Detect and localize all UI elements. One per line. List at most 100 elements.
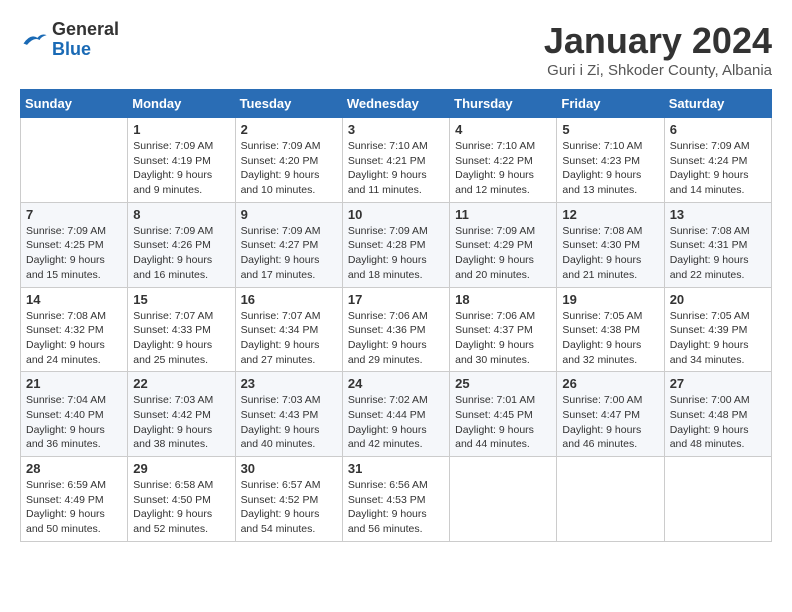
daylight-text: Daylight: 9 hours and 22 minutes. [670, 254, 749, 281]
weekday-header: Monday [128, 90, 235, 118]
day-number: 18 [455, 292, 551, 307]
day-number: 1 [133, 122, 229, 137]
sunset-text: Sunset: 4:27 PM [241, 239, 319, 251]
day-number: 8 [133, 207, 229, 222]
calendar-cell [21, 118, 128, 203]
sunset-text: Sunset: 4:28 PM [348, 239, 426, 251]
sunrise-text: Sunrise: 6:59 AM [26, 479, 106, 491]
sunrise-text: Sunrise: 7:05 AM [562, 310, 642, 322]
sunrise-text: Sunrise: 7:09 AM [133, 140, 213, 152]
weekday-header: Friday [557, 90, 664, 118]
day-info: Sunrise: 7:09 AM Sunset: 4:29 PM Dayligh… [455, 224, 551, 283]
day-number: 7 [26, 207, 122, 222]
daylight-text: Daylight: 9 hours and 13 minutes. [562, 169, 641, 196]
day-number: 2 [241, 122, 337, 137]
calendar-cell: 26 Sunrise: 7:00 AM Sunset: 4:47 PM Dayl… [557, 372, 664, 457]
daylight-text: Daylight: 9 hours and 52 minutes. [133, 508, 212, 535]
day-number: 24 [348, 376, 444, 391]
day-info: Sunrise: 7:09 AM Sunset: 4:28 PM Dayligh… [348, 224, 444, 283]
day-number: 10 [348, 207, 444, 222]
sunrise-text: Sunrise: 7:03 AM [241, 394, 321, 406]
day-info: Sunrise: 7:09 AM Sunset: 4:20 PM Dayligh… [241, 139, 337, 198]
sunset-text: Sunset: 4:40 PM [26, 409, 104, 421]
daylight-text: Daylight: 9 hours and 50 minutes. [26, 508, 105, 535]
sunrise-text: Sunrise: 7:06 AM [455, 310, 535, 322]
daylight-text: Daylight: 9 hours and 30 minutes. [455, 339, 534, 366]
calendar-cell: 9 Sunrise: 7:09 AM Sunset: 4:27 PM Dayli… [235, 202, 342, 287]
daylight-text: Daylight: 9 hours and 15 minutes. [26, 254, 105, 281]
calendar-cell: 18 Sunrise: 7:06 AM Sunset: 4:37 PM Dayl… [450, 287, 557, 372]
day-number: 30 [241, 461, 337, 476]
sunrise-text: Sunrise: 7:05 AM [670, 310, 750, 322]
daylight-text: Daylight: 9 hours and 11 minutes. [348, 169, 427, 196]
day-number: 23 [241, 376, 337, 391]
daylight-text: Daylight: 9 hours and 56 minutes. [348, 508, 427, 535]
calendar-cell: 8 Sunrise: 7:09 AM Sunset: 4:26 PM Dayli… [128, 202, 235, 287]
daylight-text: Daylight: 9 hours and 38 minutes. [133, 424, 212, 451]
calendar-cell: 10 Sunrise: 7:09 AM Sunset: 4:28 PM Dayl… [342, 202, 449, 287]
sunrise-text: Sunrise: 7:06 AM [348, 310, 428, 322]
daylight-text: Daylight: 9 hours and 40 minutes. [241, 424, 320, 451]
calendar-cell: 5 Sunrise: 7:10 AM Sunset: 4:23 PM Dayli… [557, 118, 664, 203]
day-info: Sunrise: 7:10 AM Sunset: 4:23 PM Dayligh… [562, 139, 658, 198]
sunset-text: Sunset: 4:26 PM [133, 239, 211, 251]
calendar-cell: 20 Sunrise: 7:05 AM Sunset: 4:39 PM Dayl… [664, 287, 771, 372]
day-number: 5 [562, 122, 658, 137]
calendar-cell: 28 Sunrise: 6:59 AM Sunset: 4:49 PM Dayl… [21, 457, 128, 542]
sunset-text: Sunset: 4:29 PM [455, 239, 533, 251]
weekday-header: Wednesday [342, 90, 449, 118]
calendar-cell: 19 Sunrise: 7:05 AM Sunset: 4:38 PM Dayl… [557, 287, 664, 372]
daylight-text: Daylight: 9 hours and 10 minutes. [241, 169, 320, 196]
sunset-text: Sunset: 4:32 PM [26, 324, 104, 336]
sunrise-text: Sunrise: 7:07 AM [241, 310, 321, 322]
sunrise-text: Sunrise: 7:10 AM [562, 140, 642, 152]
sunrise-text: Sunrise: 7:09 AM [455, 225, 535, 237]
day-info: Sunrise: 7:08 AM Sunset: 4:32 PM Dayligh… [26, 309, 122, 368]
weekday-header: Saturday [664, 90, 771, 118]
calendar-cell: 29 Sunrise: 6:58 AM Sunset: 4:50 PM Dayl… [128, 457, 235, 542]
sunset-text: Sunset: 4:31 PM [670, 239, 748, 251]
day-info: Sunrise: 7:05 AM Sunset: 4:38 PM Dayligh… [562, 309, 658, 368]
sunrise-text: Sunrise: 7:03 AM [133, 394, 213, 406]
sunrise-text: Sunrise: 7:04 AM [26, 394, 106, 406]
calendar-cell: 1 Sunrise: 7:09 AM Sunset: 4:19 PM Dayli… [128, 118, 235, 203]
calendar-cell: 22 Sunrise: 7:03 AM Sunset: 4:42 PM Dayl… [128, 372, 235, 457]
daylight-text: Daylight: 9 hours and 14 minutes. [670, 169, 749, 196]
calendar-cell [664, 457, 771, 542]
calendar-cell: 3 Sunrise: 7:10 AM Sunset: 4:21 PM Dayli… [342, 118, 449, 203]
sunset-text: Sunset: 4:48 PM [670, 409, 748, 421]
calendar-cell: 16 Sunrise: 7:07 AM Sunset: 4:34 PM Dayl… [235, 287, 342, 372]
day-info: Sunrise: 7:02 AM Sunset: 4:44 PM Dayligh… [348, 393, 444, 452]
day-number: 25 [455, 376, 551, 391]
daylight-text: Daylight: 9 hours and 21 minutes. [562, 254, 641, 281]
logo: General Blue [20, 20, 119, 60]
sunrise-text: Sunrise: 7:00 AM [670, 394, 750, 406]
sunset-text: Sunset: 4:19 PM [133, 155, 211, 167]
page-header: General Blue January 2024 Guri i Zi, Shk… [20, 20, 772, 79]
day-info: Sunrise: 7:09 AM Sunset: 4:27 PM Dayligh… [241, 224, 337, 283]
daylight-text: Daylight: 9 hours and 54 minutes. [241, 508, 320, 535]
calendar-cell: 6 Sunrise: 7:09 AM Sunset: 4:24 PM Dayli… [664, 118, 771, 203]
daylight-text: Daylight: 9 hours and 25 minutes. [133, 339, 212, 366]
sunset-text: Sunset: 4:34 PM [241, 324, 319, 336]
month-title: January 2024 [544, 20, 772, 62]
location-text: Guri i Zi, Shkoder County, Albania [544, 62, 772, 79]
calendar-cell: 24 Sunrise: 7:02 AM Sunset: 4:44 PM Dayl… [342, 372, 449, 457]
day-info: Sunrise: 7:00 AM Sunset: 4:47 PM Dayligh… [562, 393, 658, 452]
day-number: 3 [348, 122, 444, 137]
day-number: 29 [133, 461, 229, 476]
calendar-cell: 14 Sunrise: 7:08 AM Sunset: 4:32 PM Dayl… [21, 287, 128, 372]
sunrise-text: Sunrise: 7:07 AM [133, 310, 213, 322]
day-number: 31 [348, 461, 444, 476]
day-info: Sunrise: 7:09 AM Sunset: 4:26 PM Dayligh… [133, 224, 229, 283]
calendar-cell: 12 Sunrise: 7:08 AM Sunset: 4:30 PM Dayl… [557, 202, 664, 287]
sunrise-text: Sunrise: 7:01 AM [455, 394, 535, 406]
title-block: January 2024 Guri i Zi, Shkoder County, … [544, 20, 772, 79]
day-info: Sunrise: 7:09 AM Sunset: 4:19 PM Dayligh… [133, 139, 229, 198]
day-number: 16 [241, 292, 337, 307]
sunset-text: Sunset: 4:50 PM [133, 494, 211, 506]
daylight-text: Daylight: 9 hours and 42 minutes. [348, 424, 427, 451]
daylight-text: Daylight: 9 hours and 32 minutes. [562, 339, 641, 366]
day-info: Sunrise: 7:06 AM Sunset: 4:37 PM Dayligh… [455, 309, 551, 368]
sunset-text: Sunset: 4:52 PM [241, 494, 319, 506]
